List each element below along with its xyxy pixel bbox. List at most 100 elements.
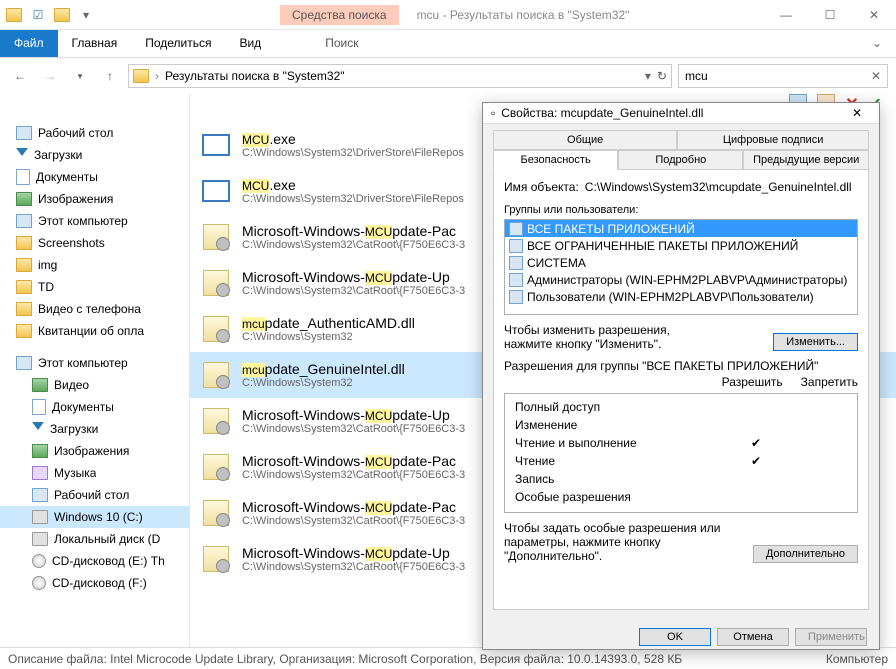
allow-column: Разрешить [722,375,783,389]
up-button[interactable]: ↑ [98,64,122,88]
close-button[interactable]: ✕ [852,1,896,29]
group-icon [509,290,523,304]
dialog-titlebar[interactable]: ▫ Свойства: mcupdate_GenuineIntel.dll ✕ [483,103,879,124]
group-label: ВСЕ ПАКЕТЫ ПРИЛОЖЕНИЙ [527,222,695,236]
file-name: MCU.exe [242,131,464,147]
tree-item[interactable]: Windows 10 (C:) [0,506,189,528]
tree-item-label: CD-дисковод (E:) Th [52,554,165,568]
search-input[interactable]: mcu [685,69,708,83]
recent-locations-icon[interactable]: ▾ [68,64,92,88]
edit-button[interactable]: Изменить... [773,333,858,351]
permission-label: Особые разрешения [515,490,631,508]
minimize-button[interactable]: — [764,1,808,29]
breadcrumb[interactable]: Результаты поиска в "System32" [165,69,345,83]
tab-file[interactable]: Файл [0,30,58,57]
back-button[interactable]: ← [8,64,32,88]
dialog-icon: ▫ [491,106,495,120]
file-path: C:\Windows\System32\CatRoot\{F750E6C3-3 [242,561,465,573]
permission-row: Чтение✔ [515,454,847,472]
maximize-button[interactable]: ☐ [808,1,852,29]
tab-general[interactable]: Общие [493,130,677,150]
tree-item[interactable]: Музыка [0,462,189,484]
ok-button[interactable]: OK [639,628,711,646]
music-icon [32,466,48,480]
tree-item-label: Screenshots [38,236,105,250]
allow-check: ✔ [751,454,761,472]
tab-view[interactable]: Вид [225,30,275,57]
groups-list[interactable]: ВСЕ ПАКЕТЫ ПРИЛОЖЕНИЙ ВСЕ ОГРАНИЧЕННЫЕ ПА… [504,219,858,315]
folder-icon [16,236,32,250]
navigation-pane[interactable]: Рабочий столЗагрузкиДокументыИзображения… [0,94,190,649]
dialog-close-button[interactable]: ✕ [843,103,871,123]
forward-button[interactable]: → [38,64,62,88]
tree-item[interactable]: Этот компьютер [0,210,189,232]
folder-icon [16,324,32,338]
properties-icon[interactable]: ☑ [30,7,46,23]
permission-row: Запись [515,472,847,490]
permission-row: Особые разрешения [515,490,847,508]
clear-search-icon[interactable]: ✕ [871,69,881,83]
tree-item-label: img [38,258,57,272]
explorer-icon [6,7,22,23]
tree-item[interactable]: Локальный диск (D [0,528,189,550]
group-item[interactable]: СИСТЕМА [505,254,857,271]
tree-item-label: Документы [52,400,114,414]
tab-search[interactable]: Поиск [311,30,372,57]
group-item[interactable]: Администраторы (WIN-EPHM2PLABVP\Админист… [505,271,857,288]
tab-share[interactable]: Поделиться [131,30,225,57]
permission-label: Изменение [515,418,577,436]
tree-item[interactable]: Документы [0,166,189,188]
tree-item[interactable]: Загрузки [0,418,189,440]
tree-item[interactable]: Загрузки [0,144,189,166]
tree-item[interactable]: TD [0,276,189,298]
tab-digital-signatures[interactable]: Цифровые подписи [677,130,869,150]
qat-dropdown-icon[interactable]: ▾ [78,7,94,23]
file-path: C:\Windows\System32\CatRoot\{F750E6C3-3 [242,423,465,435]
tree-item[interactable]: Видео с телефона [0,298,189,320]
tree-item[interactable]: Изображения [0,440,189,462]
group-label: ВСЕ ОГРАНИЧЕННЫЕ ПАКЕТЫ ПРИЛОЖЕНИЙ [527,239,798,253]
tab-security[interactable]: Безопасность [493,150,618,170]
tree-item[interactable]: Этот компьютер [0,352,189,374]
tree-item-label: Музыка [54,466,96,480]
group-item[interactable]: ВСЕ ОГРАНИЧЕННЫЕ ПАКЕТЫ ПРИЛОЖЕНИЙ [505,237,857,254]
cancel-button[interactable]: Отмена [717,628,789,646]
folder-icon [16,280,32,294]
advanced-button[interactable]: Дополнительно [753,545,858,563]
tree-item[interactable]: Рабочий стол [0,484,189,506]
file-name: Microsoft-Windows-MCUpdate-Up [242,269,465,285]
permission-label: Запись [515,472,554,490]
pc-icon [32,488,48,502]
tree-item[interactable]: Видео [0,374,189,396]
tree-item-label: Локальный диск (D [54,532,160,546]
ribbon-expand-icon[interactable]: ⌄ [858,30,896,57]
group-item[interactable]: ВСЕ ПАКЕТЫ ПРИЛОЖЕНИЙ [505,220,857,237]
file-name: Microsoft-Windows-MCUpdate-Up [242,545,465,561]
address-bar[interactable]: › Результаты поиска в "System32" ▾ ↻ [128,64,672,88]
tree-item[interactable]: Квитанции об опла [0,320,189,342]
refresh-icon[interactable]: ↻ [657,69,667,83]
tree-item[interactable]: Screenshots [0,232,189,254]
tree-item[interactable]: Документы [0,396,189,418]
tab-previous-versions[interactable]: Предыдущие версии [743,150,869,170]
drive-icon [32,532,48,546]
search-box[interactable]: mcu ✕ [678,64,888,88]
address-dropdown-icon[interactable]: ▾ [645,69,651,83]
tree-item[interactable]: Рабочий стол [0,122,189,144]
tree-item[interactable]: Изображения [0,188,189,210]
tab-details[interactable]: Подробно [618,150,743,170]
groups-label: Группы или пользователи: [504,204,858,216]
new-folder-icon[interactable] [54,7,70,23]
apply-button[interactable]: Применить [795,628,867,646]
tab-home[interactable]: Главная [58,30,132,57]
tree-item[interactable]: CD-дисковод (E:) Th [0,550,189,572]
permission-row: Полный доступ [515,400,847,418]
group-item[interactable]: Пользователи (WIN-EPHM2PLABVP\Пользовате… [505,288,857,305]
tree-item[interactable]: CD-дисковод (F:) [0,572,189,594]
tree-item[interactable]: img [0,254,189,276]
file-path: C:\Windows\System32\CatRoot\{F750E6C3-3 [242,469,465,481]
file-path: C:\Windows\System32\DriverStore\FileRepo… [242,193,464,205]
tree-item-label: Квитанции об опла [38,324,144,338]
disc-icon [32,554,46,568]
tree-item-label: Рабочий стол [38,126,113,140]
